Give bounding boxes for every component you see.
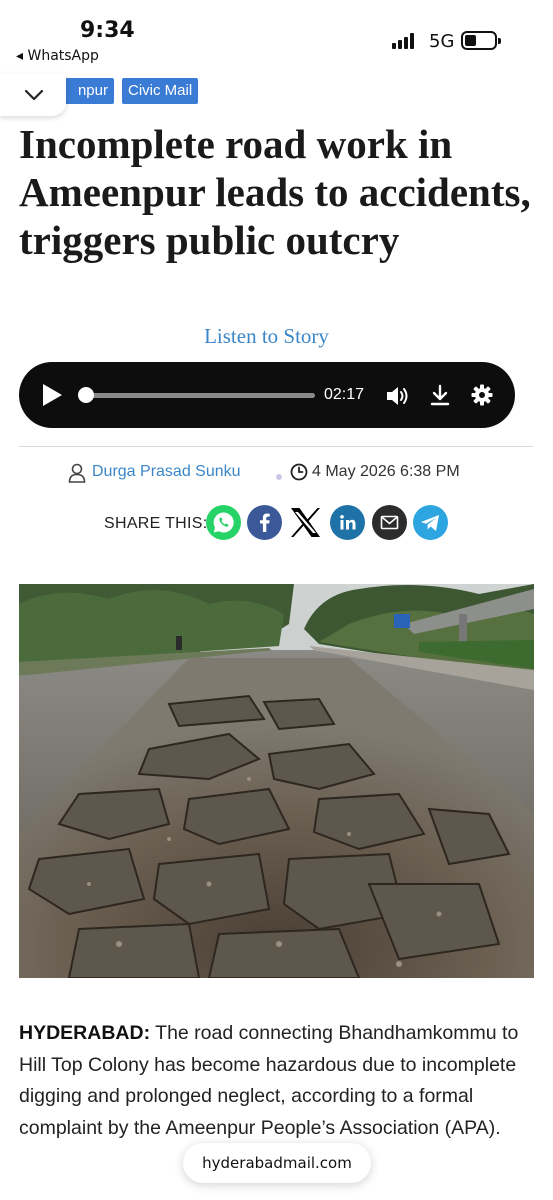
- x-logo-icon: [291, 508, 320, 537]
- progress-track[interactable]: [85, 393, 315, 398]
- user-icon: [68, 463, 86, 483]
- divider: [19, 446, 533, 447]
- category-tag-civic-mail[interactable]: Civic Mail: [122, 78, 199, 104]
- battery-icon: [461, 31, 501, 50]
- audio-player: 02:17: [19, 362, 515, 428]
- share-telegram-button[interactable]: [413, 505, 448, 540]
- back-to-app-link[interactable]: ◂ WhatsApp: [16, 48, 99, 64]
- linkedin-icon: [330, 505, 365, 540]
- clock-icon: [290, 463, 308, 481]
- status-bar: 9:34 ◂ WhatsApp 5G: [0, 0, 553, 70]
- share-label: SHARE THIS:: [104, 515, 208, 532]
- facebook-icon: [247, 505, 282, 540]
- share-whatsapp-button[interactable]: [206, 505, 241, 540]
- player-time: 02:17: [324, 386, 365, 403]
- share-linkedin-button[interactable]: [330, 505, 365, 540]
- email-icon: [372, 505, 407, 540]
- listen-to-story-label: Listen to Story: [204, 324, 329, 348]
- share-x-button[interactable]: [288, 505, 323, 540]
- article-hero-image: [19, 584, 534, 978]
- play-icon[interactable]: [41, 383, 63, 407]
- collapse-button[interactable]: [0, 74, 66, 116]
- progress-knob[interactable]: [78, 387, 94, 403]
- volume-icon[interactable]: [385, 384, 411, 408]
- article-body: HYDERABAD: The road connecting Bhandhamk…: [19, 1018, 534, 1144]
- telegram-icon: [413, 505, 448, 540]
- share-email-button[interactable]: [372, 505, 407, 540]
- article-dateline: HYDERABAD:: [19, 1022, 151, 1044]
- separator-dot: [276, 474, 282, 480]
- signal-icon: [392, 33, 418, 49]
- chevron-down-icon: [24, 89, 44, 101]
- network-type: 5G: [429, 31, 455, 52]
- article-headline: Incomplete road work in Ameenpur leads t…: [19, 121, 531, 263]
- share-facebook-button[interactable]: [247, 505, 282, 540]
- browser-url-pill[interactable]: hyderabadmail.com: [183, 1143, 371, 1183]
- publish-date: 4 May 2026 6:38 PM: [312, 463, 460, 480]
- author-link[interactable]: Durga Prasad Sunku: [92, 463, 241, 481]
- download-icon[interactable]: [430, 384, 450, 406]
- status-time: 9:34: [80, 18, 135, 43]
- whatsapp-icon: [206, 505, 241, 540]
- settings-gear-icon[interactable]: [471, 384, 493, 406]
